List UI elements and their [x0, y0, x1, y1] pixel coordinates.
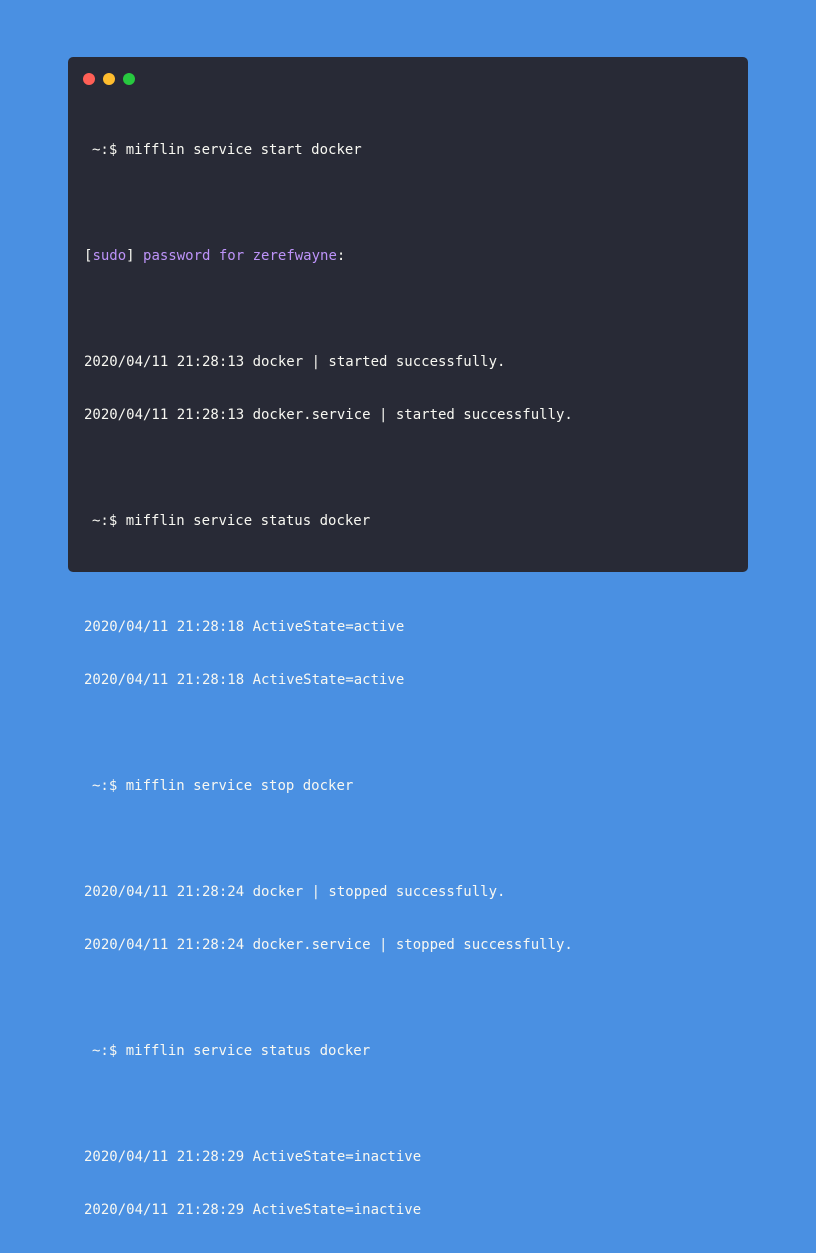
output-line: 2020/04/11 21:28:29 ActiveState=inactive — [84, 1149, 422, 1165]
sudo-bracket-close: ] — [126, 248, 135, 264]
minimize-dot-icon[interactable] — [103, 73, 115, 85]
command-line: ~:$ mifflin service status docker — [84, 511, 732, 532]
command-line: ~:$ mifflin service stop docker — [84, 776, 732, 797]
maximize-dot-icon[interactable] — [123, 73, 135, 85]
sudo-user: zerefwayne — [252, 248, 337, 264]
prompt-symbol: ~:$ — [92, 513, 118, 529]
command-line: ~:$ mifflin service start docker — [84, 140, 732, 161]
output-line: 2020/04/11 21:28:13 docker.service | sta… — [84, 407, 573, 423]
terminal-window: ~:$ mifflin service start docker [sudo] … — [68, 57, 748, 1218]
sudo-text: password for — [134, 248, 253, 264]
window-controls — [83, 73, 135, 85]
command-text: mifflin service status docker — [125, 513, 371, 529]
output-line: 2020/04/11 21:28:18 ActiveState=active — [84, 672, 405, 688]
prompt-symbol: ~:$ — [92, 1043, 118, 1059]
prompt-symbol: ~:$ — [92, 778, 118, 794]
sudo-colon: : — [336, 248, 346, 264]
output-line: 2020/04/11 21:28:29 ActiveState=inactive — [84, 1202, 422, 1218]
output-line: 2020/04/11 21:28:24 docker.service | sto… — [84, 937, 573, 953]
command-text: mifflin service stop docker — [125, 778, 354, 794]
output-line: 2020/04/11 21:28:24 docker | stopped suc… — [84, 884, 506, 900]
command-text: mifflin service start docker — [125, 142, 362, 158]
prompt-symbol: ~:$ — [92, 142, 118, 158]
terminal-output[interactable]: ~:$ mifflin service start docker [sudo] … — [84, 108, 732, 1253]
command-line: ~:$ mifflin service status docker — [84, 1041, 732, 1062]
output-line: 2020/04/11 21:28:13 docker | started suc… — [84, 354, 506, 370]
sudo-prompt-line: [sudo] password for zerefwayne: — [84, 246, 732, 267]
command-text: mifflin service status docker — [125, 1043, 371, 1059]
close-dot-icon[interactable] — [83, 73, 95, 85]
sudo-word: sudo — [92, 248, 127, 264]
